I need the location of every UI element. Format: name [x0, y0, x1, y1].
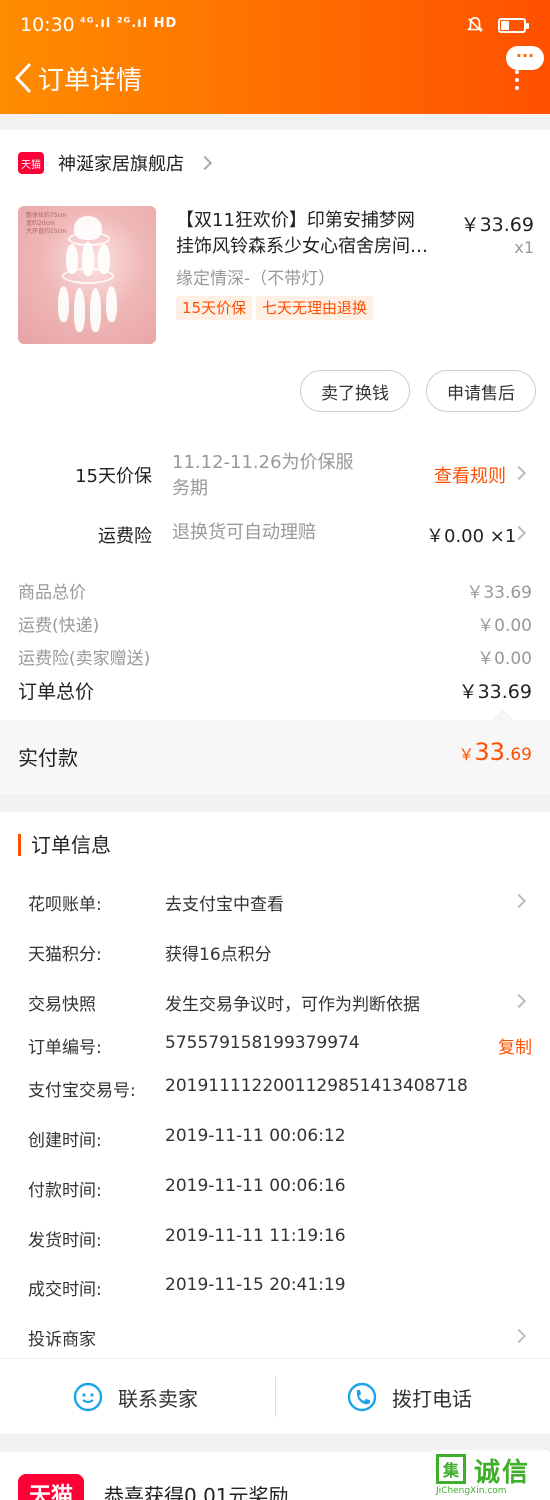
watermark-text: 诚信 [474, 1458, 531, 1488]
created-time-value: 2019-11-11 00:06:12 [165, 1126, 346, 1146]
alipay-trade-label: 支付宝交易号: [28, 1081, 136, 1101]
paid-time-value: 2019-11-11 00:06:16 [165, 1176, 346, 1196]
summary-label: 运费险(卖家赠送) [18, 649, 151, 669]
summary-shipping-insurance: 运费险(卖家赠送) ￥0.00 [18, 644, 532, 669]
signal-indicator: ⁴ᴳ.ıl ²ᴳ.ıl HD [80, 16, 178, 31]
order-number-label: 订单编号: [28, 1038, 102, 1058]
paid-integer: 33 [474, 738, 505, 766]
contact-seller-label: 联系卖家 [118, 1386, 198, 1411]
more-menu-icon[interactable] [514, 70, 520, 90]
chevron-right-icon[interactable] [511, 893, 527, 909]
copy-button[interactable]: 复制 [498, 1033, 532, 1058]
order-total-label: 订单总价 [18, 681, 95, 703]
chevron-right-icon[interactable] [511, 1328, 527, 1344]
divider [275, 1377, 276, 1417]
chevron-right-icon[interactable] [511, 993, 527, 1009]
paid-label: 实付款 [18, 746, 78, 770]
product-quantity: x1 [514, 238, 534, 257]
paid-currency: ￥ [458, 745, 475, 764]
contact-bar: 联系卖家 拨打电话 [0, 1358, 550, 1434]
product-image[interactable]: 整体长约75cm 宽约20cm 大环直约15cm [18, 206, 156, 344]
created-time-label: 创建时间: [28, 1131, 102, 1151]
order-info-title: 订单信息 [18, 834, 111, 856]
store-name: 神涎家居旗舰店 [58, 154, 184, 175]
tag-price-protect: 15天价保 [176, 296, 253, 320]
back-button[interactable] [8, 58, 38, 98]
chat-bubble-icon [73, 1382, 103, 1412]
chevron-right-icon [197, 155, 213, 171]
product-sku: 缘定情深-（不带灯） [176, 269, 336, 289]
call-phone-label: 拨打电话 [392, 1386, 472, 1411]
shipped-time-value: 2019-11-11 11:19:16 [165, 1226, 346, 1246]
tmall-logo: 天猫 [18, 1474, 84, 1500]
status-time: 10:30 [20, 14, 75, 36]
product-title-line1: 【双11狂欢价】印第安捕梦网 [176, 210, 415, 231]
tmall-logo-icon: 天猫 [18, 152, 44, 174]
alipay-trade-value: 2019111122001129851413408718 [165, 1076, 468, 1096]
order-total-value: ￥33.69 [458, 681, 532, 703]
sell-button[interactable]: 卖了换钱 [300, 370, 410, 412]
product-title-line2: 挂饰风铃森系少女心宿舍房间… [176, 236, 428, 257]
phone-icon [347, 1382, 377, 1412]
order-card: 天猫 神涎家居旗舰店 整体长约75cm 宽约20cm 大环直约15cm 【双11… [0, 130, 550, 794]
price-protect-label: 15天价保 [75, 466, 152, 487]
huabei-value[interactable]: 去支付宝中查看 [165, 890, 284, 915]
summary-label: 商品总价 [18, 583, 86, 603]
paid-amount-row: 实付款 ￥33.69 [0, 710, 550, 794]
battery-icon [498, 17, 529, 33]
paid-amount: ￥33.69 [458, 738, 532, 766]
summary-order-total: 订单总价 ￥33.69 [18, 677, 532, 704]
completed-time-value: 2019-11-15 20:41:19 [165, 1275, 346, 1295]
reward-text: 恭喜获得0.01元奖励 [104, 1484, 289, 1500]
notch [493, 710, 513, 730]
snapshot-label[interactable]: 交易快照 [28, 990, 96, 1015]
price-protect-desc: 11.12-11.26为价保服 务期 [172, 450, 382, 502]
call-phone-button[interactable]: 拨打电话 [346, 1359, 472, 1435]
product-image-caption: 整体长约75cm 宽约20cm 大环直约15cm [26, 212, 67, 235]
battery-level [501, 20, 509, 30]
summary-value: ￥0.00 [477, 649, 532, 669]
app-header: 10:30 ⁴ᴳ.ıl ²ᴳ.ıl HD 订单详情 ··· [0, 0, 550, 114]
tmall-points-label: 天猫积分: [28, 945, 102, 965]
page-title: 订单详情 [38, 66, 143, 96]
summary-shipping: 运费(快递) ￥0.00 [18, 611, 532, 636]
price-protect-desc-line2: 务期 [172, 478, 208, 499]
order-number-value: 575579158199379974 [165, 1033, 360, 1053]
freight-insurance-desc: 退换货可自动理赔 [172, 522, 316, 543]
status-bar: 10:30 ⁴ᴳ.ıl ²ᴳ.ıl HD [0, 0, 550, 50]
mute-bell-icon [466, 16, 484, 32]
completed-time-label: 成交时间: [28, 1280, 102, 1300]
price-protect-desc-line1: 11.12-11.26为价保服 [172, 452, 354, 473]
freight-insurance-value[interactable]: ￥0.00 ×1 [426, 522, 516, 548]
freight-insurance-label: 运费险 [98, 526, 152, 547]
summary-goods-total: 商品总价 ￥33.69 [18, 578, 532, 603]
aftersale-button[interactable]: 申请售后 [426, 370, 536, 412]
summary-value: ￥33.69 [466, 583, 532, 603]
product-title[interactable]: 【双11狂欢价】印第安捕梦网 挂饰风铃森系少女心宿舍房间… [176, 208, 451, 260]
order-info-card: 订单信息 花呗账单: 去支付宝中查看 天猫积分: 获得16点积分 交易快照 发生… [0, 812, 550, 1434]
store-link[interactable]: 天猫 神涎家居旗舰店 [18, 146, 213, 180]
shipped-time-label: 发货时间: [28, 1231, 102, 1251]
watermark-logo-icon: 集 [436, 1454, 466, 1484]
summary-value: ￥0.00 [477, 616, 532, 636]
tmall-points-value: 获得16点积分 [165, 945, 272, 965]
snapshot-value[interactable]: 发生交易争议时，可作为判断依据 [165, 990, 420, 1015]
chevron-left-icon [14, 62, 32, 94]
paid-decimal: .69 [504, 745, 532, 765]
product-price: ￥33.69 [460, 214, 534, 236]
view-rules-link[interactable]: 查看规则 [434, 462, 506, 488]
complain-seller-link[interactable]: 投诉商家 [28, 1325, 96, 1350]
watermark: 集 诚信 JiChengXin.com [432, 1450, 548, 1496]
chevron-right-icon [511, 465, 527, 481]
message-bubble[interactable]: ··· [506, 46, 544, 70]
paid-time-label: 付款时间: [28, 1181, 102, 1201]
contact-seller-button[interactable]: 联系卖家 [72, 1359, 198, 1435]
huabei-label: 花呗账单: [28, 895, 102, 915]
watermark-subtext: JiChengXin.com [436, 1486, 507, 1496]
summary-label: 运费(快递) [18, 616, 100, 636]
tag-free-return: 七天无理由退换 [256, 296, 374, 320]
